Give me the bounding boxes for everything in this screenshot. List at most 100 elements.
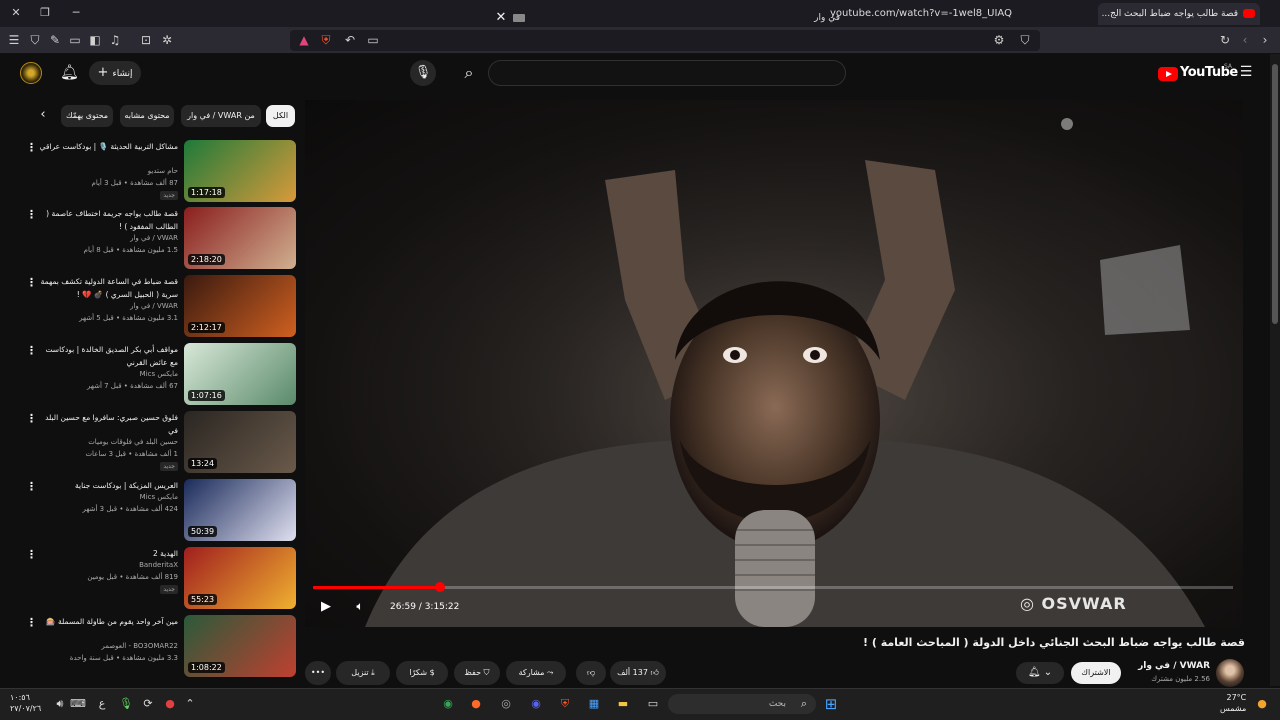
notifications-bell-icon[interactable]: 🔔︎ <box>60 63 79 83</box>
address-bar[interactable] <box>290 30 1040 51</box>
guide-menu-icon[interactable]: ☰ <box>1238 64 1254 80</box>
create-button[interactable]: + إنشاء <box>89 61 141 85</box>
sidebar-video-item[interactable]: 1:08:22 ⋮ مين آخر واحد يقوم من طاولة المسم… <box>20 615 296 679</box>
restore-window-icon[interactable]: ❐ <box>35 4 55 22</box>
more-vert-icon[interactable]: ⋮ <box>26 277 37 289</box>
mic-tray-icon[interactable]: 🎙︎ <box>116 695 136 713</box>
scrollbar-thumb[interactable] <box>1272 64 1278 324</box>
sidebar-video-item[interactable]: 13:24 ⋮ فلوق حسين صبري: سافروا مع حسين الب… <box>20 411 296 475</box>
chip-from-channel[interactable]: من VWAR / في وار <box>181 105 261 127</box>
reload-icon[interactable]: ↻ <box>1217 32 1233 48</box>
more-vert-icon[interactable]: ⋮ <box>26 413 37 425</box>
forward-icon[interactable]: › <box>1257 32 1273 48</box>
more-actions-button[interactable]: ••• <box>305 661 331 685</box>
sidebar-video-item[interactable]: 1:17:18 ⋮ مشاكل التربية الحديثة 🎙️ | بودكا… <box>20 140 296 204</box>
subscribe-button[interactable]: الاشتراك <box>1071 662 1121 684</box>
more-vert-icon[interactable]: ⋮ <box>26 142 37 154</box>
minimize-window-icon[interactable]: ─ <box>66 4 86 22</box>
thanks-button[interactable]: $ شكرًا <box>396 661 448 685</box>
menu-icon[interactable]: ☰ <box>6 32 22 48</box>
share-button[interactable]: ⤳ مشاركة <box>506 661 566 685</box>
tray-overflow-chevron-icon[interactable]: ⌃ <box>180 695 200 713</box>
weather-widget[interactable]: 27°C مشمس <box>1220 692 1246 714</box>
video-thumbnail[interactable]: 2:12:17 <box>184 275 296 337</box>
more-vert-icon[interactable]: ⋮ <box>26 549 37 561</box>
sidebar-icon[interactable]: ◧ <box>87 32 103 48</box>
more-vert-icon[interactable]: ⋮ <box>26 345 37 357</box>
account-avatar[interactable] <box>20 62 42 84</box>
video-item-channel[interactable]: مايكس Mics <box>38 493 178 501</box>
video-item-title[interactable]: مواقف أبي بكر الصديق الخالدة | بودكاست م… <box>38 343 178 369</box>
video-thumbnail[interactable]: 2:18:20 <box>184 207 296 269</box>
sidebar-video-item[interactable]: 2:12:17 ⋮ قصة ضباط في الساعة الدولية تكشف … <box>20 275 296 339</box>
volume-tray-icon[interactable]: 🔊︎ <box>50 695 70 713</box>
back-arrow-icon[interactable]: ↶ <box>342 32 358 48</box>
tab-youtube[interactable]: قصة طالب يواجه ضباط البحث الج... <box>1098 3 1260 25</box>
keyboard-icon[interactable] <box>513 14 525 22</box>
music-icon[interactable]: ♫ <box>107 32 123 48</box>
video-item-channel[interactable]: حام ستديو <box>38 167 178 175</box>
brave-rewards-icon[interactable]: ▲ <box>296 32 312 48</box>
pen-icon[interactable]: ✎ <box>47 32 63 48</box>
task-view-taskbar-icon[interactable]: ▭ <box>643 695 663 713</box>
shield-icon[interactable]: ⛉ <box>27 32 43 48</box>
sidebar-video-item[interactable]: 1:07:16 ⋮ مواقف أبي بكر الصديق الخالدة | ب… <box>20 343 296 407</box>
brave-taskbar-icon[interactable]: ⛨ <box>555 695 575 713</box>
volume-icon[interactable]: 🔈︎ <box>351 599 369 617</box>
chip-related[interactable]: محتوى مشابه <box>120 105 174 127</box>
voice-search-mic-icon[interactable]: 🎙︎ <box>410 60 436 86</box>
store-taskbar-icon[interactable]: ▦ <box>584 695 604 713</box>
back-icon[interactable]: ‹ <box>1237 32 1253 48</box>
youtube-logo[interactable]: YouTube SA <box>1158 63 1238 83</box>
like-button[interactable]: 👍︎ 137 ألف <box>610 661 666 685</box>
video-item-channel[interactable]: VWAR / في وار <box>38 302 178 310</box>
tabs-icon[interactable]: ▭ <box>67 32 83 48</box>
video-thumbnail[interactable]: 1:17:18 <box>184 140 296 202</box>
video-item-title[interactable]: مين آخر واحد يقوم من طاولة المسملة 🎰 <box>38 615 178 628</box>
recorder-tray-icon[interactable]: ● <box>160 695 180 713</box>
more-vert-icon[interactable]: ⋮ <box>26 209 37 221</box>
discord-taskbar-icon[interactable]: ◉ <box>526 695 546 713</box>
firefox-taskbar-icon[interactable]: ● <box>466 695 486 713</box>
video-item-title[interactable]: العريس المزيكة | بودكاست جناية <box>38 479 178 492</box>
dislike-button[interactable]: 👎︎ <box>576 661 606 685</box>
screenshot-icon[interactable]: ⊡ <box>138 32 154 48</box>
steam-taskbar-icon[interactable]: ◎ <box>496 695 516 713</box>
system-clock[interactable]: ١٠:٥٦ ٢٧/٠٧/٢٦ <box>10 692 41 714</box>
video-item-channel[interactable]: BanderitaX <box>38 561 178 569</box>
cast-icon[interactable]: ▭ <box>365 32 381 48</box>
search-input[interactable]: في وار <box>760 13 840 23</box>
download-button[interactable]: ⤓ تنزيل <box>336 661 390 685</box>
more-vert-icon[interactable]: ⋮ <box>26 617 37 629</box>
video-item-title[interactable]: قصة طالب يواجه جريمة اختطاف عاصمة ( الطا… <box>38 207 178 233</box>
video-thumbnail[interactable]: 1:08:22 <box>184 615 296 677</box>
video-item-title[interactable]: مشاكل التربية الحديثة 🎙️ | بودكاست عراقي <box>38 140 178 153</box>
sync-tray-icon[interactable]: ⟳ <box>138 695 158 713</box>
chip-for-you[interactable]: محتوى يهمّك <box>61 105 113 127</box>
clear-search-icon[interactable]: ✕ <box>494 10 508 28</box>
video-thumbnail[interactable]: 55:23 <box>184 547 296 609</box>
sidebar-video-item[interactable]: 50:39 ⋮ العريس المزيكة | بودكاست جناية مايك… <box>20 479 296 543</box>
video-item-channel[interactable]: مايكس Mics <box>38 370 178 378</box>
bookmark-icon[interactable]: ⛉ <box>1017 32 1033 48</box>
play-icon[interactable]: ▶ <box>318 599 334 617</box>
video-item-title[interactable]: قصة ضباط في الساعة الدولية تكشف بمهمة سر… <box>38 275 178 301</box>
video-item-title[interactable]: الهدية 2 <box>38 547 178 560</box>
extensions-icon[interactable]: ✲ <box>159 32 175 48</box>
video-thumbnail[interactable]: 50:39 <box>184 479 296 541</box>
video-item-channel[interactable]: BO3OMAR22 - العوصمر <box>38 642 178 650</box>
windows-start-icon[interactable]: ⊞ <box>821 695 841 713</box>
channel-avatar[interactable] <box>1216 659 1244 687</box>
video-item-channel[interactable]: VWAR / في وار <box>38 234 178 242</box>
more-vert-icon[interactable]: ⋮ <box>26 481 37 493</box>
language-tray-icon[interactable]: ع <box>92 695 112 713</box>
channel-name[interactable]: VWAR / في وار <box>1130 661 1210 671</box>
video-thumbnail[interactable]: 1:07:16 <box>184 343 296 405</box>
close-window-icon[interactable]: ✕ <box>6 4 26 22</box>
chrome-taskbar-icon[interactable]: ◉ <box>438 695 458 713</box>
chip-all[interactable]: الكل <box>266 105 295 127</box>
sidebar-video-item[interactable]: 2:18:20 ⋮ قصة طالب يواجه جريمة اختطاف عاصم… <box>20 207 296 271</box>
search-input-box[interactable] <box>488 60 846 86</box>
progress-track[interactable] <box>313 586 1233 589</box>
notifications-dropdown[interactable]: 🔔︎ ⌄ <box>1016 662 1064 684</box>
